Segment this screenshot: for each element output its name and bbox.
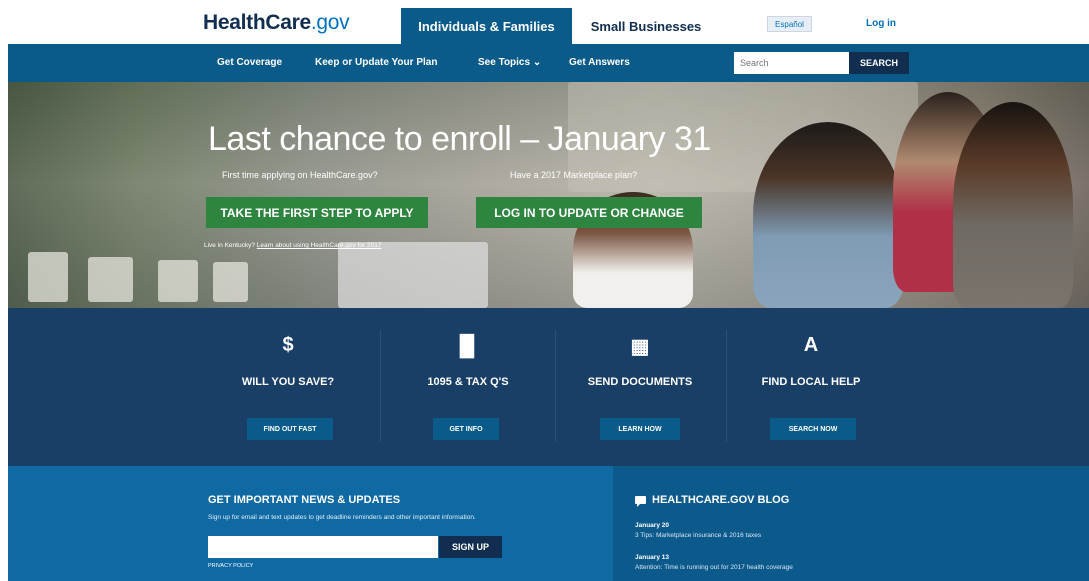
person-photo: [953, 102, 1073, 308]
feature-title: SEND DOCUMENTS: [587, 376, 693, 388]
blog-post-link[interactable]: Attention: Time is running out for 2017 …: [635, 564, 793, 571]
background-building: [213, 262, 248, 302]
site-logo[interactable]: HealthCare.gov: [203, 11, 350, 35]
background-building: [88, 257, 133, 302]
chat-bubble-icon: [635, 496, 646, 507]
tab-individuals-families[interactable]: Individuals & Families: [401, 8, 572, 44]
feature-will-you-save: $ WILL YOU SAVE? FIND OUT FAST: [203, 308, 373, 466]
hero-title: Last chance to enroll – January 31: [208, 120, 711, 158]
learn-how-button[interactable]: LEARN HOW: [600, 418, 680, 440]
find-out-fast-button[interactable]: FIND OUT FAST: [247, 418, 333, 440]
dollar-icon: $: [282, 334, 294, 356]
blog-post-date: January 13: [635, 554, 669, 561]
feature-title: WILL YOU SAVE?: [241, 376, 335, 388]
upload-document-icon: ▦: [630, 336, 650, 358]
search-button[interactable]: SEARCH: [849, 52, 909, 74]
kentucky-note: Live in Kentucky? Learn about using Heal…: [204, 242, 381, 249]
blog-title[interactable]: HEALTHCARE.GOV BLOG: [635, 494, 790, 507]
login-update-button[interactable]: LOG IN TO UPDATE OR CHANGE: [476, 197, 702, 228]
espanol-button[interactable]: Español: [767, 16, 812, 32]
nav-see-topics[interactable]: See Topics ⌄: [478, 57, 541, 68]
nav-get-coverage[interactable]: Get Coverage: [217, 57, 282, 68]
person-photo: [753, 122, 903, 308]
blog-section: HEALTHCARE.GOV BLOG January 20 3 Tips: M…: [613, 466, 1089, 581]
privacy-policy-link[interactable]: PRIVACY POLICY: [208, 563, 253, 569]
main-nav: Get Coverage Keep or Update Your Plan Se…: [8, 44, 1089, 82]
email-field[interactable]: [208, 536, 438, 558]
sign-up-button[interactable]: SIGN UP: [439, 536, 502, 558]
blog-post-link[interactable]: 3 Tips: Marketplace insurance & 2016 tax…: [635, 532, 761, 539]
nav-see-topics-label: See Topics: [478, 57, 531, 68]
chevron-down-icon: ⌄: [532, 57, 542, 68]
search-now-button[interactable]: SEARCH NOW: [770, 418, 856, 440]
login-link[interactable]: Log in: [866, 18, 896, 29]
feature-find-local-help: A FIND LOCAL HELP SEARCH NOW: [726, 308, 896, 466]
feature-send-documents: ▦ SEND DOCUMENTS LEARN HOW: [555, 308, 725, 466]
hero-subtext-first-time: First time applying on HealthCare.gov?: [222, 170, 378, 180]
background-building: [158, 260, 198, 302]
features-band: $ WILL YOU SAVE? FIND OUT FAST ▉ 1095 & …: [8, 308, 1089, 466]
nav-keep-update-plan[interactable]: Keep or Update Your Plan: [315, 57, 437, 68]
feature-title: 1095 & TAX Q'S: [427, 376, 509, 388]
nav-get-answers[interactable]: Get Answers: [569, 57, 630, 68]
background-building: [28, 252, 68, 302]
background-building: [338, 242, 488, 308]
news-signup-section: GET IMPORTANT NEWS & UPDATES Sign up for…: [8, 466, 613, 581]
apply-button[interactable]: TAKE THE FIRST STEP TO APPLY: [206, 197, 428, 228]
feature-title: FIND LOCAL HELP: [761, 376, 861, 388]
site-header: HealthCare.gov Individuals & Families Sm…: [0, 0, 1089, 44]
document-icon: ▉: [460, 336, 476, 358]
kentucky-learn-link[interactable]: Learn about using HealthCare.gov for 201…: [257, 242, 382, 249]
tab-small-businesses[interactable]: Small Businesses: [572, 8, 720, 44]
news-subtitle: Sign up for email and text updates to ge…: [208, 514, 476, 521]
news-title: GET IMPORTANT NEWS & UPDATES: [208, 494, 401, 506]
get-info-button[interactable]: GET INFO: [433, 418, 499, 440]
feature-divider: [380, 330, 381, 442]
search-input[interactable]: [734, 52, 849, 74]
kentucky-note-prefix: Live in Kentucky?: [204, 242, 257, 249]
feature-tax: ▉ 1095 & TAX Q'S GET INFO: [383, 308, 553, 466]
hero-banner: Last chance to enroll – January 31 First…: [8, 82, 1089, 308]
blog-post-date: January 20: [635, 522, 669, 529]
road-icon: A: [803, 334, 819, 356]
blog-title-label: HEALTHCARE.GOV BLOG: [652, 494, 790, 506]
hero-subtext-existing-plan: Have a 2017 Marketplace plan?: [510, 170, 638, 180]
